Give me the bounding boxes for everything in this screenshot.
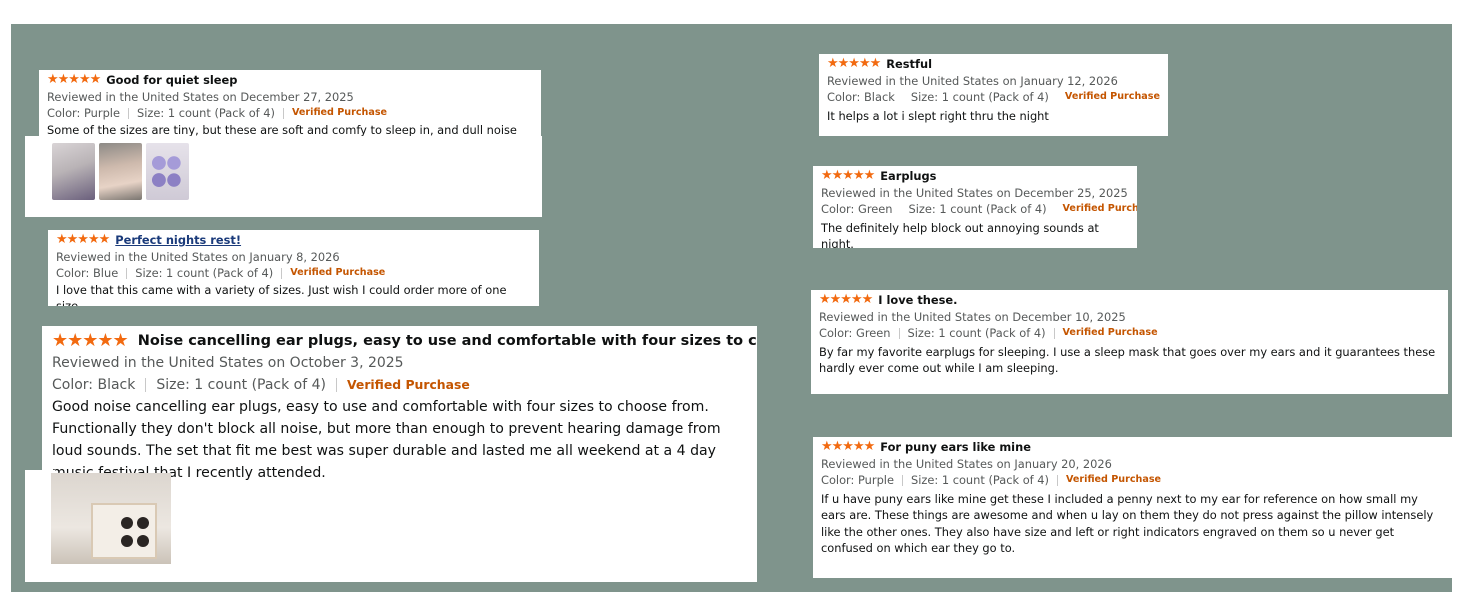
verified-purchase-badge: Verified Purchase	[292, 107, 388, 118]
divider	[127, 107, 129, 119]
review-title[interactable]: For puny ears like mine	[880, 439, 1031, 456]
review-title[interactable]: Restful	[886, 56, 932, 73]
review-date: Reviewed in the United States on Decembe…	[47, 89, 354, 104]
review-date: Reviewed in the United States on January…	[821, 456, 1112, 471]
review-body: If u have puny ears like mine get these …	[821, 491, 1434, 556]
review-title[interactable]: Noise cancelling ear plugs, easy to use …	[138, 330, 757, 352]
star-rating-icon: ★★★★★	[821, 439, 875, 454]
review-image-thumbnail[interactable]	[51, 473, 171, 564]
star-rating-icon: ★★★★★	[47, 72, 101, 87]
review-title-link[interactable]: Perfect nights rest!	[115, 232, 241, 249]
variant-size[interactable]: Size: 1 count (Pack of 4)	[909, 201, 1047, 218]
review-date: Reviewed in the United States on January…	[827, 73, 1118, 88]
variant-size[interactable]: Size: 1 count (Pack of 4)	[135, 265, 273, 282]
review-variant: Color: Blue Size: 1 count (Pack of 4) Ve…	[56, 265, 531, 282]
review-image-thumbnail[interactable]	[52, 143, 95, 200]
review-header: ★★★★★ I love these.	[819, 292, 1440, 309]
review-variant: Color: Black Size: 1 count (Pack of 4) V…	[827, 89, 1160, 106]
divider	[126, 267, 128, 279]
review-card: ★★★★★ Perfect nights rest! Reviewed in t…	[48, 230, 539, 306]
review-image-thumbnail[interactable]	[146, 143, 189, 200]
review-variant: Color: Purple Size: 1 count (Pack of 4) …	[47, 105, 533, 122]
review-body: The definitely help block out annoying s…	[821, 220, 1099, 249]
variant-color[interactable]: Color: Black	[52, 374, 135, 396]
review-date: Reviewed in the United States on October…	[52, 355, 404, 371]
star-rating-icon: ★★★★★	[52, 330, 129, 351]
star-rating-icon: ★★★★★	[827, 56, 881, 71]
review-header: ★★★★★ Earplugs	[821, 168, 1129, 185]
star-rating-icon: ★★★★★	[819, 292, 873, 307]
divider	[1053, 327, 1055, 339]
review-variant: Color: Green Size: 1 count (Pack of 4) V…	[819, 325, 1440, 342]
review-header: ★★★★★ Good for quiet sleep	[47, 72, 533, 89]
review-images-overlay	[52, 143, 189, 200]
review-date: Reviewed in the United States on Decembe…	[819, 309, 1126, 324]
variant-size[interactable]: Size: 1 count (Pack of 4)	[137, 105, 275, 122]
verified-purchase-badge: Verified Purchase	[1062, 327, 1158, 338]
verified-purchase-badge: Verified Purchase	[1064, 91, 1160, 102]
review-header: ★★★★★ Restful	[827, 56, 1160, 73]
review-card: ★★★★★ Earplugs Reviewed in the United St…	[813, 166, 1137, 248]
variant-size[interactable]: Size: 1 count (Pack of 4)	[908, 325, 1046, 342]
star-rating-icon: ★★★★★	[821, 168, 875, 183]
review-variant: Color: Purple Size: 1 count (Pack of 4) …	[821, 472, 1444, 489]
earplug-image	[137, 535, 149, 547]
variant-color[interactable]: Color: Green	[819, 325, 891, 342]
variant-size[interactable]: Size: 1 count (Pack of 4)	[911, 89, 1049, 106]
review-card: ★★★★★ For puny ears like mine Reviewed i…	[813, 437, 1452, 578]
divider	[901, 474, 903, 486]
verified-purchase-badge: Verified Purchase	[1062, 203, 1137, 214]
variant-size[interactable]: Size: 1 count (Pack of 4)	[911, 472, 1049, 489]
earplug-image	[137, 517, 149, 529]
divider	[336, 378, 337, 392]
review-image-thumbnail[interactable]	[99, 143, 142, 200]
review-body: Good noise cancelling ear plugs, easy to…	[52, 399, 721, 481]
variant-color[interactable]: Color: Black	[827, 89, 895, 106]
review-title[interactable]: Earplugs	[880, 168, 936, 185]
variant-color[interactable]: Color: Purple	[47, 105, 120, 122]
divider	[281, 267, 283, 279]
review-card: ★★★★★ I love these. Reviewed in the Unit…	[811, 290, 1448, 394]
earplug-image	[121, 535, 133, 547]
review-variant: Color: Black Size: 1 count (Pack of 4) V…	[52, 374, 747, 396]
divider	[145, 378, 147, 392]
earplug-image	[121, 517, 133, 529]
review-body: By far my favorite earplugs for sleeping…	[819, 344, 1436, 376]
star-rating-icon: ★★★★★	[56, 232, 110, 247]
variant-color[interactable]: Color: Purple	[821, 472, 894, 489]
divider	[1057, 474, 1059, 486]
review-variant: Color: Green Size: 1 count (Pack of 4) V…	[821, 201, 1137, 218]
review-date: Reviewed in the United States on January…	[56, 249, 340, 264]
review-title[interactable]: Good for quiet sleep	[106, 72, 237, 89]
review-date: Reviewed in the United States on Decembe…	[821, 185, 1128, 200]
divider	[283, 107, 285, 119]
review-card: ★★★★★ Restful Reviewed in the United Sta…	[819, 54, 1168, 136]
verified-purchase-badge: Verified Purchase	[347, 377, 470, 392]
verified-purchase-badge: Verified Purchase	[290, 267, 386, 278]
variant-size[interactable]: Size: 1 count (Pack of 4)	[156, 374, 326, 396]
review-body: I love that this came with a variety of …	[56, 282, 507, 307]
review-title[interactable]: I love these.	[878, 292, 957, 309]
variant-color[interactable]: Color: Blue	[56, 265, 118, 282]
review-body: It helps a lot i slept right thru the ni…	[827, 108, 1049, 123]
review-header: ★★★★★ Noise cancelling ear plugs, easy t…	[52, 330, 757, 352]
verified-purchase-badge: Verified Purchase	[1066, 474, 1162, 485]
review-header: ★★★★★ For puny ears like mine	[821, 439, 1444, 456]
divider	[898, 327, 900, 339]
earplug-case-image	[91, 503, 157, 559]
variant-color[interactable]: Color: Green	[821, 201, 893, 218]
review-header: ★★★★★ Perfect nights rest!	[56, 232, 531, 249]
